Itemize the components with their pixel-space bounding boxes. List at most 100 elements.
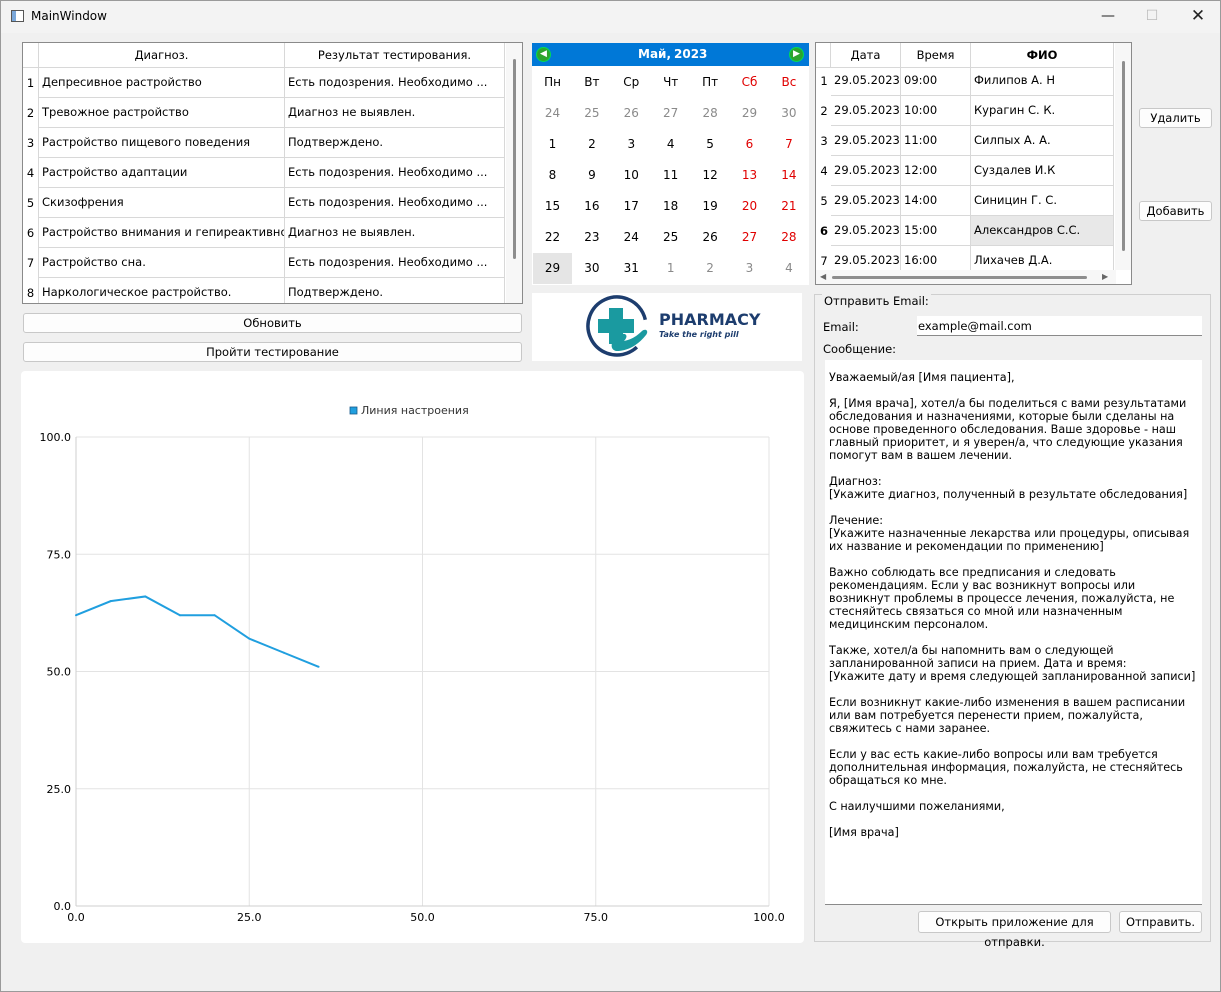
calendar-day[interactable]: 7 [769, 129, 808, 160]
table-row[interactable]: 6 29.05.2023 15:00 Александров С.С. [816, 216, 1114, 246]
row-number[interactable]: 2 [816, 96, 832, 126]
calendar-day[interactable]: 23 [572, 222, 611, 253]
appointments-table[interactable]: Дата Время ФИО 1 29.05.2023 09:00 Филипов А… [815, 42, 1132, 285]
table-row[interactable]: 7 Растройство сна. Есть подозрения. Необхо… [23, 248, 505, 278]
row-number[interactable]: 7 [23, 248, 39, 278]
header-name[interactable]: ФИО [971, 43, 1114, 68]
row-number[interactable]: 1 [23, 68, 39, 98]
scroll-right-arrow-icon[interactable]: ▶ [1102, 272, 1108, 281]
calendar-day[interactable]: 25 [651, 222, 690, 253]
arrow-right-icon[interactable]: ▶ [789, 47, 804, 62]
calendar-day[interactable]: 17 [612, 191, 651, 222]
time-cell[interactable]: 10:00 [901, 96, 971, 126]
diagnosis-cell[interactable]: Депресивное растройство [39, 68, 285, 98]
calendar-day[interactable]: 28 [769, 222, 808, 253]
result-cell[interactable]: Диагноз не выявлен. [285, 218, 505, 248]
name-cell[interactable]: Синицин Г. С. [971, 186, 1114, 216]
table-row[interactable]: 3 Растройство пищевого поведения Подтвержд… [23, 128, 505, 158]
calendar-day[interactable]: 29 [730, 98, 769, 129]
header-result[interactable]: Результат тестирования. [285, 43, 505, 68]
calendar-day[interactable]: 29 [533, 253, 572, 284]
delete-button[interactable]: Удалить [1139, 108, 1212, 128]
calendar-day[interactable]: 26 [612, 98, 651, 129]
send-button[interactable]: Отправить. [1119, 911, 1202, 933]
diagnosis-cell[interactable]: Растройство адаптации [39, 158, 285, 188]
message-textarea[interactable]: Уважаемый/ая [Имя пациента], Я, [Имя вра… [825, 360, 1202, 905]
result-cell[interactable]: Есть подозрения. Необходимо ... [285, 158, 505, 188]
email-field[interactable] [917, 316, 1202, 336]
diagnosis-cell[interactable]: Растройство пищевого поведения [39, 128, 285, 158]
calendar-day[interactable]: 30 [572, 253, 611, 284]
name-cell[interactable]: Курагин С. К. [971, 96, 1114, 126]
calendar-day[interactable]: 22 [533, 222, 572, 253]
calendar-day[interactable]: 12 [691, 160, 730, 191]
maximize-button[interactable]: ☐ [1129, 1, 1175, 31]
table-row[interactable]: 2 Тревожное растройство Диагноз не выявлен… [23, 98, 505, 128]
calendar-day[interactable]: 26 [691, 222, 730, 253]
scrollbar-thumb[interactable] [1122, 61, 1125, 251]
minimize-button[interactable]: — [1085, 1, 1131, 31]
appt-corner-cell[interactable] [816, 43, 831, 68]
calendar-day[interactable]: 9 [572, 160, 611, 191]
date-cell[interactable]: 29.05.2023 [831, 126, 901, 156]
header-date[interactable]: Дата [831, 43, 901, 68]
calendar-day[interactable]: 1 [533, 129, 572, 160]
calendar-day[interactable]: 2 [691, 253, 730, 284]
calendar-day[interactable]: 20 [730, 191, 769, 222]
close-button[interactable]: ✕ [1175, 1, 1221, 31]
calendar-day[interactable]: 4 [651, 129, 690, 160]
corner-cell[interactable] [23, 43, 39, 68]
calendar-day[interactable]: 28 [691, 98, 730, 129]
diagnosis-table[interactable]: Диагноз. Результат тестирования. 1 Депрес… [22, 42, 523, 304]
table-row[interactable]: 5 Скизофрения Есть подозрения. Необходимо … [23, 188, 505, 218]
diagnosis-vertical-scrollbar[interactable] [506, 43, 522, 303]
title-bar[interactable]: MainWindow — ☐ ✕ [1, 1, 1220, 33]
date-cell[interactable]: 29.05.2023 [831, 156, 901, 186]
time-cell[interactable]: 09:00 [901, 66, 971, 96]
calendar-day[interactable]: 19 [691, 191, 730, 222]
calendar-day[interactable]: 16 [572, 191, 611, 222]
scrollbar-thumb[interactable] [832, 276, 1087, 279]
name-cell[interactable]: Суздалев И.К [971, 156, 1114, 186]
calendar-month[interactable]: Май, [638, 47, 671, 61]
table-row[interactable]: 4 29.05.2023 12:00 Суздалев И.К [816, 156, 1114, 186]
calendar-day[interactable]: 25 [572, 98, 611, 129]
calendar-day[interactable]: 4 [769, 253, 808, 284]
table-row[interactable]: 1 Депресивное растройство Есть подозрения.… [23, 68, 505, 98]
diagnosis-cell[interactable]: Скизофрения [39, 188, 285, 218]
result-cell[interactable]: Подтверждено. [285, 128, 505, 158]
header-time[interactable]: Время [901, 43, 971, 68]
calendar-day[interactable]: 1 [651, 253, 690, 284]
result-cell[interactable]: Есть подозрения. Необходимо ... [285, 68, 505, 98]
row-number[interactable]: 8 [23, 278, 39, 303]
row-number[interactable]: 3 [816, 126, 832, 156]
row-number[interactable]: 4 [816, 156, 832, 186]
date-cell[interactable]: 29.05.2023 [831, 186, 901, 216]
diagnosis-cell[interactable]: Растройство внимания и гепиреактивности [39, 218, 285, 248]
diagnosis-cell[interactable]: Тревожное растройство [39, 98, 285, 128]
row-number[interactable]: 4 [23, 158, 39, 188]
result-cell[interactable]: Есть подозрения. Необходимо ... [285, 188, 505, 218]
appointments-vertical-scrollbar[interactable] [1115, 43, 1131, 270]
calendar-day[interactable]: 27 [651, 98, 690, 129]
result-cell[interactable]: Диагноз не выявлен. [285, 98, 505, 128]
appointments-horizontal-scrollbar[interactable]: ◀ ▶ [816, 270, 1116, 284]
row-number[interactable]: 5 [23, 188, 39, 218]
header-diagnosis[interactable]: Диагноз. [39, 43, 285, 68]
time-cell[interactable]: 15:00 [901, 216, 971, 246]
calendar-day[interactable]: 21 [769, 191, 808, 222]
time-cell[interactable]: 12:00 [901, 156, 971, 186]
name-cell[interactable]: Филипов А. Н [971, 66, 1114, 96]
date-cell[interactable]: 29.05.2023 [831, 96, 901, 126]
table-row[interactable]: 3 29.05.2023 11:00 Силпых А. А. [816, 126, 1114, 156]
name-cell[interactable]: Силпых А. А. [971, 126, 1114, 156]
row-number[interactable]: 6 [816, 216, 832, 246]
calendar-day[interactable]: 10 [612, 160, 651, 191]
calendar-day[interactable]: 31 [612, 253, 651, 284]
calendar-day[interactable]: 18 [651, 191, 690, 222]
table-row[interactable]: 4 Растройство адаптации Есть подозрения. Н… [23, 158, 505, 188]
calendar-day[interactable]: 3 [612, 129, 651, 160]
row-number[interactable]: 5 [816, 186, 832, 216]
refresh-button[interactable]: Обновить [23, 313, 522, 333]
calendar-day[interactable]: 3 [730, 253, 769, 284]
